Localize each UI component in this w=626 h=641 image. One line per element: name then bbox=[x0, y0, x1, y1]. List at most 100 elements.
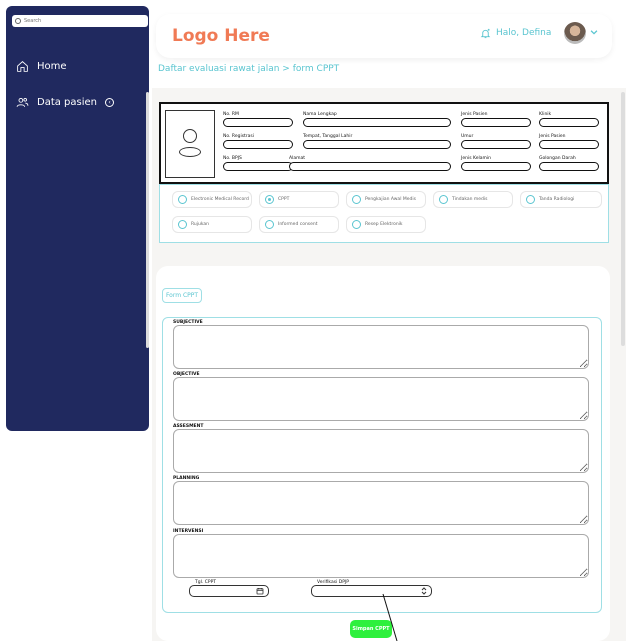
logo: Logo Here bbox=[172, 26, 270, 46]
tab-informed-consent[interactable]: Informed consent bbox=[259, 216, 339, 233]
tab-pengkajian-awal-medis[interactable]: Pengkajian Awal Medis bbox=[346, 191, 426, 208]
home-icon bbox=[17, 61, 28, 72]
radio-icon bbox=[439, 195, 448, 204]
sidebar-item-label: Data pasien bbox=[37, 97, 98, 108]
section-objective: OBJECTIVE bbox=[173, 372, 589, 421]
tab-rujukan[interactable]: Rujukan bbox=[172, 216, 252, 233]
assesment-textarea[interactable] bbox=[173, 429, 589, 473]
section-planning: PLANNING bbox=[173, 476, 589, 525]
field-input[interactable] bbox=[303, 118, 451, 127]
radio-icon bbox=[526, 195, 535, 204]
tab-tindakan-medis[interactable]: Tindakan medis bbox=[433, 191, 513, 208]
field-input[interactable] bbox=[223, 140, 293, 149]
field-jenis-pasien[interactable]: Jenis Pasien bbox=[461, 112, 531, 127]
search-box[interactable] bbox=[12, 15, 148, 27]
field-label: Jenis Pasien bbox=[461, 112, 488, 117]
tab-label: Electronic Medical Record bbox=[191, 197, 249, 202]
page-scrollbar[interactable] bbox=[621, 92, 625, 346]
field-label: Jenis Pasien bbox=[539, 134, 566, 139]
field-label: Jenis Kelamin bbox=[461, 156, 491, 161]
field-jenis-pasien-2[interactable]: Jenis Pasien bbox=[539, 134, 599, 149]
greeting-text: Halo, Defina bbox=[496, 28, 552, 38]
field-tgl-cppt[interactable]: Tgl. CPPT bbox=[189, 580, 269, 597]
tab-cppt[interactable]: CPPT bbox=[259, 191, 339, 208]
field-golongan-darah[interactable]: Golongan Darah bbox=[539, 156, 599, 171]
save-cppt-button[interactable]: Simpan CPPT bbox=[350, 620, 392, 638]
field-input[interactable] bbox=[539, 162, 599, 171]
section-intervensi: INTERVENSI bbox=[173, 529, 589, 578]
verifikasi-select[interactable] bbox=[311, 585, 432, 597]
field-verifikasi-dpjp[interactable]: Verifikasi DPJP bbox=[311, 580, 432, 597]
field-no-rm[interactable]: No. RM bbox=[223, 112, 293, 127]
radio-icon bbox=[265, 220, 274, 229]
intervensi-textarea[interactable] bbox=[173, 534, 589, 578]
sidebar-scrollbar[interactable] bbox=[146, 92, 149, 348]
field-input[interactable] bbox=[539, 140, 599, 149]
users-icon bbox=[16, 98, 29, 107]
tab-electronic-medical-record[interactable]: Electronic Medical Record bbox=[172, 191, 252, 208]
field-label: Alamat bbox=[289, 156, 305, 161]
field-input[interactable] bbox=[303, 140, 451, 149]
field-input[interactable] bbox=[223, 118, 293, 127]
field-klinik[interactable]: Klinik bbox=[539, 112, 599, 127]
record-tabs-panel: Electronic Medical Record CPPT Pengkajia… bbox=[159, 184, 609, 243]
search-input[interactable] bbox=[24, 18, 144, 24]
objective-textarea[interactable] bbox=[173, 377, 589, 421]
person-icon bbox=[183, 129, 197, 143]
field-input[interactable] bbox=[223, 162, 293, 171]
patient-info-card: No. RM Nama Lengkap Jenis Pasien Klinik … bbox=[159, 102, 609, 184]
field-label: Nama Lengkap bbox=[303, 112, 337, 117]
radio-icon bbox=[178, 220, 187, 229]
date-input[interactable] bbox=[189, 585, 269, 597]
field-label: Tempat, Tanggal Lahir bbox=[303, 134, 353, 139]
field-input[interactable] bbox=[461, 162, 531, 171]
field-no-registrasi[interactable]: No. Registrasi bbox=[223, 134, 293, 149]
subjective-textarea[interactable] bbox=[173, 325, 589, 369]
tab-resep-elektronik[interactable]: Resep Elektronik bbox=[346, 216, 426, 233]
sidebar-item-home[interactable]: Home bbox=[16, 60, 67, 73]
sidebar-item-label: Home bbox=[37, 61, 67, 72]
breadcrumb: Daftar evaluasi rawat jalan > form CPPT bbox=[158, 64, 340, 74]
person-icon-body bbox=[179, 147, 201, 157]
patient-photo-placeholder bbox=[165, 110, 215, 178]
field-label: No. RM bbox=[223, 112, 239, 117]
avatar[interactable] bbox=[564, 22, 586, 44]
field-input[interactable] bbox=[289, 162, 451, 171]
sidebar-item-data-pasien[interactable]: Data pasien ‹ bbox=[16, 96, 115, 109]
tab-label: Pengkajian Awal Medis bbox=[365, 197, 416, 202]
tab-label: Rujukan bbox=[191, 222, 210, 227]
calendar-icon[interactable] bbox=[256, 587, 264, 595]
radio-icon bbox=[178, 195, 187, 204]
field-no-bpjs[interactable]: No. BPJS bbox=[223, 156, 293, 171]
planning-textarea[interactable] bbox=[173, 481, 589, 525]
tab-label: Tanda Radiologi bbox=[539, 197, 575, 202]
field-alamat[interactable]: Alamat bbox=[289, 156, 451, 171]
section-assesment: ASSESMENT bbox=[173, 424, 589, 473]
field-ttl[interactable]: Tempat, Tanggal Lahir bbox=[303, 134, 451, 149]
field-label: No. BPJS bbox=[223, 156, 242, 161]
bell-icon[interactable] bbox=[480, 28, 491, 39]
field-input[interactable] bbox=[539, 118, 599, 127]
tab-tanda-radiologi[interactable]: Tanda Radiologi bbox=[520, 191, 602, 208]
section-subjective: SUBJECTIVE bbox=[173, 320, 589, 369]
radio-icon bbox=[352, 195, 361, 204]
field-input[interactable] bbox=[461, 140, 531, 149]
collapse-icon[interactable]: ‹ bbox=[105, 98, 115, 107]
select-arrows-icon bbox=[421, 587, 427, 595]
field-input[interactable] bbox=[461, 118, 531, 127]
field-label: Umur bbox=[461, 134, 474, 139]
sidebar: Home Data pasien ‹ bbox=[6, 6, 149, 431]
top-header: Logo Here Halo, Defina bbox=[156, 14, 612, 58]
field-nama[interactable]: Nama Lengkap bbox=[303, 112, 451, 127]
field-label: No. Registrasi bbox=[223, 134, 255, 139]
search-icon bbox=[15, 18, 21, 24]
tab-label: Resep Elektronik bbox=[365, 222, 403, 227]
tab-label: Informed consent bbox=[278, 222, 318, 227]
radio-selected-icon bbox=[265, 195, 274, 204]
tab-label: CPPT bbox=[278, 197, 290, 202]
chevron-down-icon[interactable] bbox=[589, 27, 599, 37]
tab-form-cppt[interactable]: Form CPPT bbox=[162, 288, 202, 303]
field-jenis-kelamin[interactable]: Jenis Kelamin bbox=[461, 156, 531, 171]
tab-label: Tindakan medis bbox=[452, 197, 488, 202]
field-umur[interactable]: Umur bbox=[461, 134, 531, 149]
